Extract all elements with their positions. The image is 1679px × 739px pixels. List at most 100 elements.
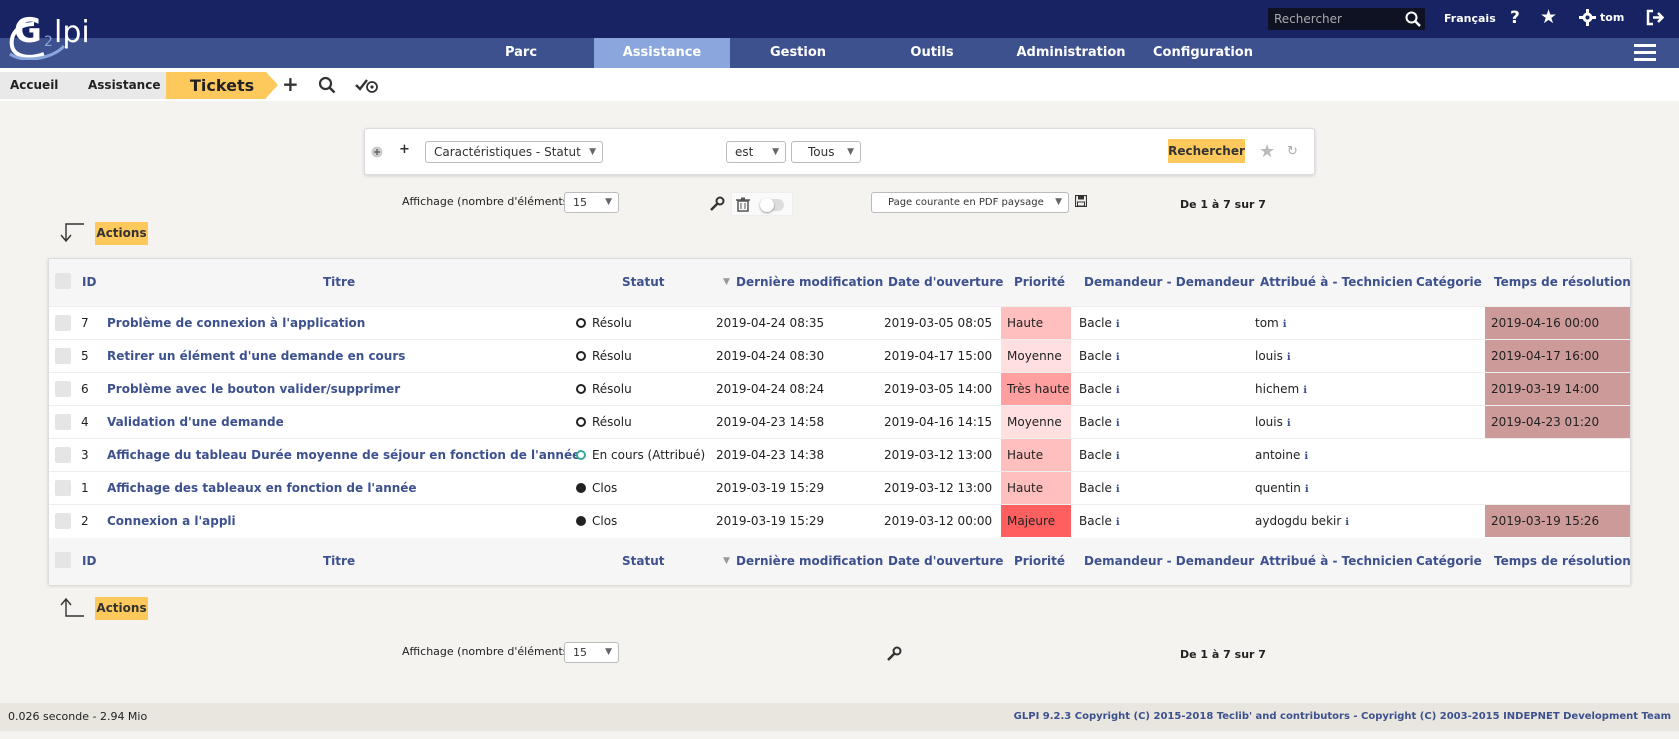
column-technician[interactable]: Attribué à - Technicien xyxy=(1260,538,1413,585)
global-search-input[interactable] xyxy=(1268,8,1398,30)
column-title[interactable]: Titre xyxy=(323,259,355,306)
row-checkbox[interactable] xyxy=(55,414,71,430)
info-icon[interactable]: ℹ xyxy=(1304,451,1308,462)
breadcrumb-tickets[interactable]: Tickets xyxy=(166,72,266,99)
bookmark-star-icon[interactable]: ★ xyxy=(1259,141,1275,162)
cell-title[interactable]: Validation d'une demande xyxy=(107,406,617,438)
row-checkbox[interactable] xyxy=(55,480,71,496)
cell-title[interactable]: Affichage des tableaux en fonction de l'… xyxy=(107,472,617,504)
column-category[interactable]: Catégorie xyxy=(1416,538,1482,585)
help-icon[interactable]: ? xyxy=(1510,8,1520,28)
star-icon[interactable]: ★ xyxy=(1540,6,1557,28)
actions-button-bottom[interactable]: Actions xyxy=(95,597,148,620)
display-count-select[interactable]: 15 ▼ xyxy=(564,192,619,213)
add-icon[interactable]: + xyxy=(282,72,299,96)
row-checkbox[interactable] xyxy=(55,315,71,331)
column-resolution-time[interactable]: Temps de résolution xyxy=(1494,259,1631,306)
column-requester[interactable]: Demandeur - Demandeur xyxy=(1084,538,1254,585)
info-icon[interactable]: ℹ xyxy=(1345,517,1349,528)
column-last-modified[interactable]: Dernière modification xyxy=(736,259,883,306)
wrench-icon[interactable] xyxy=(886,646,902,662)
add-criteria-group-icon[interactable] xyxy=(371,146,383,158)
cell-title[interactable]: Problème avec le bouton valider/supprime… xyxy=(107,373,617,405)
info-icon[interactable]: ℹ xyxy=(1283,319,1287,330)
select-all-checkbox[interactable] xyxy=(55,273,71,289)
language-selector[interactable]: Français xyxy=(1444,12,1496,25)
column-priority[interactable]: Priorité xyxy=(1014,259,1065,306)
cell-title[interactable]: Affichage du tableau Durée moyenne de sé… xyxy=(107,439,617,471)
cell-requester-text: Bacle xyxy=(1079,349,1112,363)
export-select[interactable]: Page courante en PDF paysage ▼ xyxy=(871,192,1069,213)
wrench-icon[interactable] xyxy=(709,196,725,212)
trash-icon[interactable] xyxy=(736,197,750,212)
search-icon[interactable] xyxy=(318,76,336,94)
search-icon[interactable] xyxy=(1405,11,1421,27)
hamburger-menu-icon[interactable] xyxy=(1634,44,1656,62)
info-icon[interactable]: ℹ xyxy=(1287,352,1291,363)
info-icon[interactable]: ℹ xyxy=(1116,352,1120,363)
global-search[interactable] xyxy=(1268,8,1425,30)
column-priority[interactable]: Priorité xyxy=(1014,538,1065,585)
column-last-modified[interactable]: Dernière modification xyxy=(736,538,883,585)
reset-icon[interactable]: ↻ xyxy=(1287,144,1298,159)
menu-assistance[interactable]: Assistance xyxy=(594,38,730,68)
criteria-field-select[interactable]: Caractéristiques - Statut ▼ xyxy=(425,141,603,163)
row-checkbox[interactable] xyxy=(55,348,71,364)
info-icon[interactable]: ℹ xyxy=(1303,385,1307,396)
column-id[interactable]: ID xyxy=(82,259,96,306)
column-title[interactable]: Titre xyxy=(323,538,355,585)
row-checkbox[interactable] xyxy=(55,381,71,397)
cell-title-text[interactable]: Validation d'une demande xyxy=(107,415,284,429)
cell-title[interactable]: Problème de connexion à l'application xyxy=(107,307,617,339)
criteria-operator-select[interactable]: est ▼ xyxy=(726,141,786,163)
cell-title-text[interactable]: Problème de connexion à l'application xyxy=(107,316,365,330)
display-count-select-bottom[interactable]: 15 ▼ xyxy=(564,642,619,663)
column-technician[interactable]: Attribué à - Technicien xyxy=(1260,259,1413,306)
save-icon[interactable] xyxy=(1075,195,1087,207)
menu-outils[interactable]: Outils xyxy=(886,38,978,68)
gear-icon[interactable] xyxy=(1579,9,1596,26)
column-requester[interactable]: Demandeur - Demandeur xyxy=(1084,259,1254,306)
info-icon[interactable]: ℹ xyxy=(1116,385,1120,396)
column-opening-date[interactable]: Date d'ouverture xyxy=(888,259,1003,306)
info-icon[interactable]: ℹ xyxy=(1305,484,1309,495)
logout-icon[interactable] xyxy=(1646,9,1664,26)
breadcrumb-home[interactable]: Accueil xyxy=(0,72,68,99)
trash-toggle[interactable] xyxy=(760,198,784,212)
select-all-checkbox-bottom[interactable] xyxy=(55,552,71,568)
footer-copyright[interactable]: GLPI 9.2.3 Copyright (C) 2015-2018 Tecli… xyxy=(1014,711,1671,722)
column-status[interactable]: Statut xyxy=(622,538,665,585)
info-icon[interactable]: ℹ xyxy=(1116,484,1120,495)
info-icon[interactable]: ℹ xyxy=(1116,418,1120,429)
info-icon[interactable]: ℹ xyxy=(1287,418,1291,429)
search-button[interactable]: Rechercher xyxy=(1168,139,1245,163)
menu-parc[interactable]: Parc xyxy=(476,38,566,68)
add-criteria-icon[interactable]: + xyxy=(399,142,410,157)
menu-configuration[interactable]: Configuration xyxy=(1148,38,1258,68)
menu-administration[interactable]: Administration xyxy=(1006,38,1136,68)
row-checkbox[interactable] xyxy=(55,513,71,529)
cell-title[interactable]: Retirer un élément d'une demande en cour… xyxy=(107,340,617,372)
cell-title-text[interactable]: Problème avec le bouton valider/supprime… xyxy=(107,382,400,396)
breadcrumb-assistance[interactable]: Assistance xyxy=(68,72,168,99)
menu-gestion[interactable]: Gestion xyxy=(752,38,844,68)
glpi-logo[interactable]: G lpi 2 xyxy=(4,2,124,61)
info-icon[interactable]: ℹ xyxy=(1116,517,1120,528)
check-list-icon[interactable] xyxy=(355,77,379,93)
info-icon[interactable]: ℹ xyxy=(1116,451,1120,462)
cell-title-text[interactable]: Retirer un élément d'une demande en cour… xyxy=(107,349,405,363)
actions-button-top[interactable]: Actions xyxy=(95,222,148,245)
cell-title-text[interactable]: Affichage des tableaux en fonction de l'… xyxy=(107,481,417,495)
column-status[interactable]: Statut xyxy=(622,259,665,306)
cell-title-text[interactable]: Connexion a l'appli xyxy=(107,514,236,528)
criteria-value-select[interactable]: Tous ▼ xyxy=(791,141,861,163)
column-resolution-time[interactable]: Temps de résolution xyxy=(1494,538,1631,585)
cell-title-text[interactable]: Affichage du tableau Durée moyenne de sé… xyxy=(107,448,580,462)
user-menu[interactable]: tom xyxy=(1600,11,1624,24)
cell-title[interactable]: Connexion a l'appli xyxy=(107,505,617,537)
column-opening-date[interactable]: Date d'ouverture xyxy=(888,538,1003,585)
column-id[interactable]: ID xyxy=(82,538,96,585)
info-icon[interactable]: ℹ xyxy=(1116,319,1120,330)
row-checkbox[interactable] xyxy=(55,447,71,463)
column-category[interactable]: Catégorie xyxy=(1416,259,1482,306)
